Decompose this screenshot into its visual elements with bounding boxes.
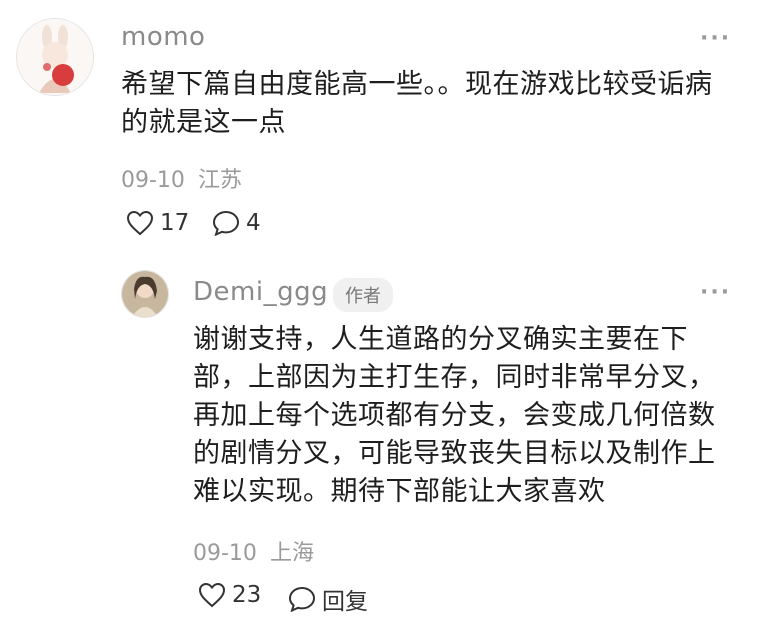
reply-text-line: 部，上部因为主打生存，同时非常早分叉， — [193, 362, 716, 393]
comment-like-button[interactable]: 17 — [126, 210, 189, 236]
avatar-illustration — [17, 19, 93, 95]
comment-text-line: 的就是这一点 — [121, 107, 286, 138]
reply-like-count: 23 — [232, 582, 262, 608]
author-avatar[interactable] — [121, 270, 169, 318]
reply-like-button[interactable]: 23 — [198, 582, 261, 608]
reply-meta: 09-10 上海 — [193, 535, 314, 567]
comment-reply-button[interactable]: 4 — [212, 210, 261, 236]
reply-location: 上海 — [269, 541, 314, 566]
heart-outline-icon — [126, 210, 154, 236]
comment-date: 09-10 — [121, 168, 185, 193]
speech-bubble-icon — [288, 586, 316, 612]
reply-text-line: 再加上每个选项都有分支，会变成几何倍数 — [193, 400, 716, 431]
reply-text-line: 难以实现。期待下部能让大家喜欢 — [193, 476, 606, 507]
comment-location: 江苏 — [197, 168, 242, 193]
comment-text: 希望下篇自由度能高一些。。现在游戏比较受诟病 的就是这一点 — [121, 66, 741, 142]
comment-text-line: 希望下篇自由度能高一些。。现在游戏比较受诟病 — [121, 69, 713, 100]
reply-text-line: 谢谢支持，人生道路的分叉确实主要在下 — [193, 324, 688, 355]
commenter-name[interactable]: momo — [121, 22, 205, 52]
reply-text-line: 的剧情分叉，可能导致丧失目标以及制作上 — [193, 438, 716, 469]
speech-bubble-icon — [212, 210, 240, 236]
reply-reply-label: 回复 — [322, 589, 368, 615]
heart-outline-icon — [198, 582, 226, 608]
reply-date: 09-10 — [193, 541, 257, 566]
author-badge: 作者 — [333, 278, 393, 312]
comment-like-count: 17 — [160, 210, 190, 236]
avatar-photo — [122, 271, 168, 317]
comment-reply-count: 4 — [246, 210, 261, 236]
reply-text: 谢谢支持，人生道路的分叉确实主要在下 部，上部因为主打生存，同时非常早分叉， 再… — [193, 321, 753, 511]
reply-author-name[interactable]: Demi_ggg — [193, 277, 328, 307]
comment-meta: 09-10 江苏 — [121, 162, 242, 194]
comment-more-icon[interactable]: ··· — [700, 26, 731, 51]
reply-more-icon[interactable]: ··· — [700, 280, 731, 305]
reply-reply-button[interactable]: 回复 — [288, 582, 368, 616]
commenter-avatar[interactable] — [16, 18, 94, 96]
